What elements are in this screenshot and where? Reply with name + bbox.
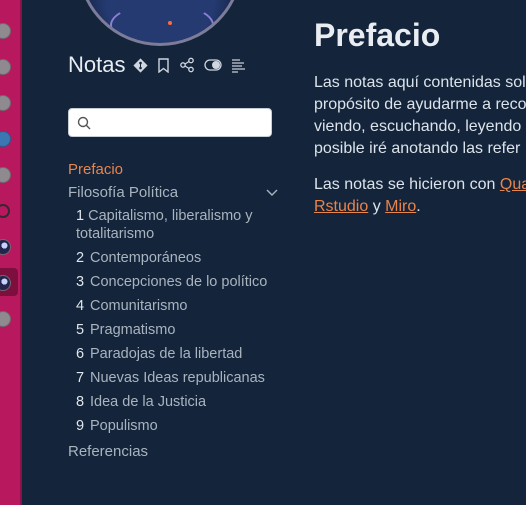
app-icon[interactable] [0, 311, 11, 327]
chapter-list: 1 Capitalismo, liberalismo y totalitaris… [68, 207, 278, 435]
app-icon[interactable] [0, 95, 11, 111]
text-line: posible iré anotando las refer [314, 140, 521, 157]
text-line: propósito de ayudarme a reco [314, 96, 526, 113]
rstudio-link[interactable]: Rstudio [314, 198, 368, 215]
chapter-link[interactable]: 1 Capitalismo, liberalismo y totalitaris… [76, 207, 278, 243]
text-segment: Las notas se hicieron con [314, 176, 500, 193]
paragraph-tools: Las notas se hicieron con Qua Rstudio y … [314, 174, 526, 218]
site-title[interactable]: Notas [68, 50, 125, 80]
wordpress-icon[interactable] [0, 131, 11, 147]
text-line: Las notas aquí contenidas sol [314, 74, 526, 91]
nav-referencias[interactable]: Referencias [68, 442, 278, 462]
nav-prefacio[interactable]: Prefacio [68, 160, 278, 180]
chapter-link[interactable]: 9 Populismo [76, 417, 278, 435]
toggle-icon[interactable] [204, 59, 223, 71]
text-line: viendo, escuchando, leyendo [314, 118, 522, 135]
search-icon [77, 116, 91, 130]
quarto-link[interactable]: Qua [500, 176, 526, 193]
search-input[interactable] [95, 112, 269, 134]
git-icon[interactable] [133, 57, 149, 73]
chapter-link[interactable]: 6 Paradojas de la libertad [76, 345, 278, 363]
miro-link[interactable]: Miro [385, 198, 416, 215]
section-label: Filosofía Política [68, 184, 179, 201]
sidebar: Notas Prefacio Filosofía Política 1 Capi… [22, 0, 292, 505]
chapter-link[interactable]: 8 Idea de la Justicia [76, 393, 278, 411]
chapter-link[interactable]: 5 Pragmatismo [76, 321, 278, 339]
chapter-link[interactable]: 3 Concepciones de lo político [76, 273, 278, 291]
article-body: Las notas aquí contenidas sol propósito … [314, 72, 526, 232]
page-title: Prefacio [314, 17, 441, 53]
share-icon[interactable] [179, 57, 195, 73]
app-icon[interactable] [0, 167, 11, 183]
search-box[interactable] [68, 108, 272, 137]
text-segment: y [368, 198, 386, 215]
main-content: Prefacio Las notas aquí contenidas sol p… [292, 0, 526, 505]
paragraph-intro: Las notas aquí contenidas sol propósito … [314, 72, 526, 160]
app-dock [0, 0, 22, 505]
image-icon[interactable] [0, 239, 11, 255]
bookmark-icon[interactable] [157, 57, 170, 73]
reader-icon[interactable] [231, 58, 247, 73]
chapter-link[interactable]: 4 Comunitarismo [76, 297, 278, 315]
text-segment: . [416, 198, 421, 215]
nav-section-filosofia-politica[interactable]: Filosofía Política [68, 183, 278, 203]
github-icon[interactable] [0, 204, 10, 218]
app-icon[interactable] [0, 59, 11, 75]
toc: Prefacio Filosofía Política 1 Capitalism… [68, 160, 278, 462]
chapter-link[interactable]: 2 Contemporáneos [76, 249, 278, 267]
site-logo [77, 0, 243, 46]
app-icon[interactable] [0, 23, 11, 39]
chapter-link[interactable]: 7 Nuevas Ideas republicanas [76, 369, 278, 387]
sidebar-header: Notas [68, 50, 256, 80]
chevron-down-icon[interactable] [266, 184, 278, 202]
